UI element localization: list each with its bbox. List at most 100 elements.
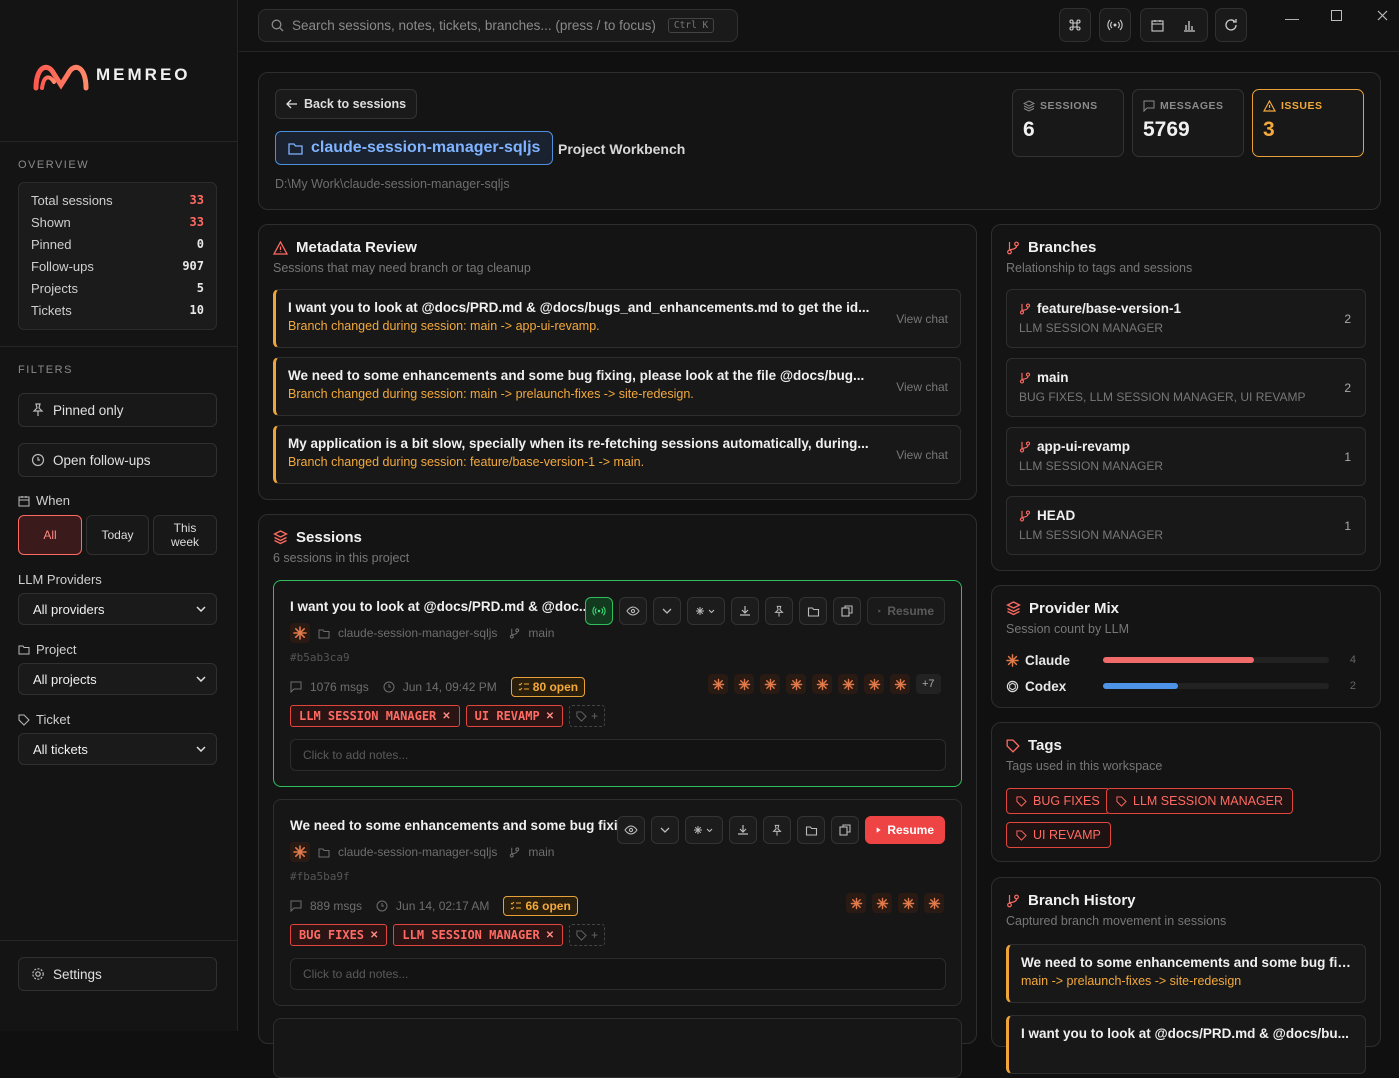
open-followups-button[interactable]: Open follow-ups xyxy=(18,443,217,477)
tag-pill[interactable]: BUG FIXES xyxy=(1006,788,1110,814)
review-item[interactable]: My application is a bit slow, specially … xyxy=(273,425,961,484)
chevron-down-icon xyxy=(660,827,670,833)
providers-select[interactable]: All providers xyxy=(18,593,217,625)
sessions-title: Sessions xyxy=(273,529,362,546)
copy-button[interactable] xyxy=(831,816,859,844)
tag-icon xyxy=(1116,795,1127,807)
message-icon xyxy=(290,681,302,693)
provider-bar xyxy=(1103,657,1329,663)
session-card[interactable]: I want you to look at @docs/PRD.md & @do… xyxy=(273,580,962,787)
tag-chip[interactable]: UI REVAMP ✕ xyxy=(465,705,564,727)
review-item[interactable]: I want you to look at @docs/PRD.md & @do… xyxy=(273,289,961,348)
chevron-down-icon xyxy=(662,608,672,614)
branch-item[interactable]: app-ui-revamp LLM SESSION MANAGER 1 xyxy=(1006,427,1366,486)
session-title[interactable]: I want you to look at @docs/PRD.md & @do… xyxy=(290,599,590,614)
download-icon xyxy=(738,825,748,835)
issues-stat-card[interactable]: ISSUES 3 xyxy=(1252,89,1364,157)
stat-value: 5 xyxy=(196,281,204,295)
branch-history-item[interactable]: I want you to look at @docs/PRD.md & @do… xyxy=(1006,1015,1366,1074)
minimize-button[interactable]: — xyxy=(1285,10,1299,26)
view-button[interactable] xyxy=(617,816,645,844)
brand-logo[interactable]: MEMREO xyxy=(32,58,191,92)
session-title[interactable]: We need to some enhancements and some bu… xyxy=(290,818,629,833)
settings-button[interactable]: Settings xyxy=(18,957,217,991)
pinned-only-button[interactable]: Pinned only xyxy=(18,393,217,427)
remove-tag-icon[interactable]: ✕ xyxy=(546,930,554,941)
provider-menu-button[interactable] xyxy=(685,816,723,844)
tag-chip[interactable]: LLM SESSION MANAGER ✕ xyxy=(290,705,460,727)
remove-tag-icon[interactable]: ✕ xyxy=(442,711,450,722)
calendar-icon[interactable] xyxy=(1141,9,1173,41)
branch-item[interactable]: main BUG FIXES, LLM SESSION MANAGER, UI R… xyxy=(1006,358,1366,417)
when-today[interactable]: Today xyxy=(86,515,149,555)
pin-button[interactable] xyxy=(763,816,791,844)
refresh-button[interactable] xyxy=(1215,8,1247,42)
branch-item[interactable]: HEAD LLM SESSION MANAGER 1 xyxy=(1006,496,1366,555)
review-item-title: My application is a bit slow, specially … xyxy=(288,436,869,451)
when-this-week[interactable]: This week xyxy=(153,515,217,555)
folder-icon xyxy=(805,825,817,836)
branches-subtitle: Relationship to tags and sessions xyxy=(1006,261,1193,275)
provider-name: Claude xyxy=(1025,652,1071,668)
add-tag-button[interactable]: + xyxy=(569,705,606,727)
close-button[interactable] xyxy=(1377,10,1388,21)
review-item[interactable]: We need to some enhancements and some bu… xyxy=(273,357,961,416)
maximize-button[interactable] xyxy=(1331,10,1342,21)
project-name-pill[interactable]: claude-session-manager-sqljs xyxy=(275,131,554,165)
session-card[interactable] xyxy=(273,1018,962,1078)
review-item-detail: Branch changed during session: feature/b… xyxy=(288,455,645,469)
open-followups-badge[interactable]: 66 open xyxy=(503,896,578,916)
expand-button[interactable] xyxy=(651,816,679,844)
stat-value: 33 xyxy=(189,193,204,207)
download-icon xyxy=(740,606,750,616)
branch-item[interactable]: feature/base-version-1 LLM SESSION MANAGE… xyxy=(1006,289,1366,348)
remove-tag-icon[interactable]: ✕ xyxy=(370,930,378,941)
tag-chip[interactable]: LLM SESSION MANAGER ✕ xyxy=(393,924,564,946)
branch-history-item[interactable]: We need to some enhancements and some bu… xyxy=(1006,944,1366,1003)
export-button[interactable] xyxy=(731,597,759,625)
project-select[interactable]: All projects xyxy=(18,663,217,695)
claude-avatar-icon xyxy=(760,674,780,694)
open-folder-button[interactable] xyxy=(797,816,825,844)
tag-pill[interactable]: LLM SESSION MANAGER xyxy=(1106,788,1294,814)
tag-chip[interactable]: BUG FIXES ✕ xyxy=(290,924,388,946)
view-chat-link[interactable]: View chat xyxy=(896,312,948,326)
provider-menu-button[interactable] xyxy=(687,597,725,625)
back-to-sessions-button[interactable]: Back to sessions xyxy=(275,89,418,119)
search-input[interactable]: Search sessions, notes, tickets, branche… xyxy=(258,9,738,42)
resume-button[interactable]: Resume xyxy=(867,597,945,625)
layers-icon xyxy=(1023,100,1035,112)
view-chat-link[interactable]: View chat xyxy=(896,448,948,462)
copy-button[interactable] xyxy=(833,597,861,625)
session-card[interactable]: We need to some enhancements and some bu… xyxy=(273,799,962,1006)
open-followups-badge[interactable]: 80 open xyxy=(510,677,586,697)
list-check-icon xyxy=(511,901,522,910)
provider-mix-subtitle: Session count by LLM xyxy=(1006,622,1129,636)
view-button[interactable] xyxy=(619,597,647,625)
notes-input[interactable]: Click to add notes... xyxy=(290,958,946,990)
notes-input[interactable]: Click to add notes... xyxy=(290,739,946,771)
session-date: Jun 14, 02:17 AM xyxy=(396,899,490,913)
branches-panel: Branches Relationship to tags and sessio… xyxy=(991,224,1381,571)
add-tag-button[interactable]: + xyxy=(569,924,606,946)
session-msg-count: 889 msgs xyxy=(310,899,363,913)
pin-button[interactable] xyxy=(765,597,793,625)
export-button[interactable] xyxy=(729,816,757,844)
when-all[interactable]: All xyxy=(18,515,82,555)
live-button[interactable] xyxy=(1099,8,1131,42)
stat-row: Projects 5 xyxy=(31,277,204,299)
view-chat-link[interactable]: View chat xyxy=(896,380,948,394)
expand-button[interactable] xyxy=(653,597,681,625)
when-today-label: Today xyxy=(101,528,134,542)
git-branch-icon xyxy=(510,627,520,639)
ticket-select[interactable]: All tickets xyxy=(18,733,217,765)
bar-chart-icon[interactable] xyxy=(1173,9,1205,41)
resume-button[interactable]: Resume xyxy=(865,816,945,844)
open-folder-button[interactable] xyxy=(799,597,827,625)
session-info: 1076 msgs Jun 14, 09:42 PM 80 open xyxy=(290,677,586,697)
live-indicator-button[interactable] xyxy=(585,597,613,625)
remove-tag-icon[interactable]: ✕ xyxy=(546,711,554,722)
command-button[interactable] xyxy=(1059,8,1091,42)
brand-name: MEMREO xyxy=(96,65,191,84)
tag-pill[interactable]: UI REVAMP xyxy=(1006,822,1111,848)
